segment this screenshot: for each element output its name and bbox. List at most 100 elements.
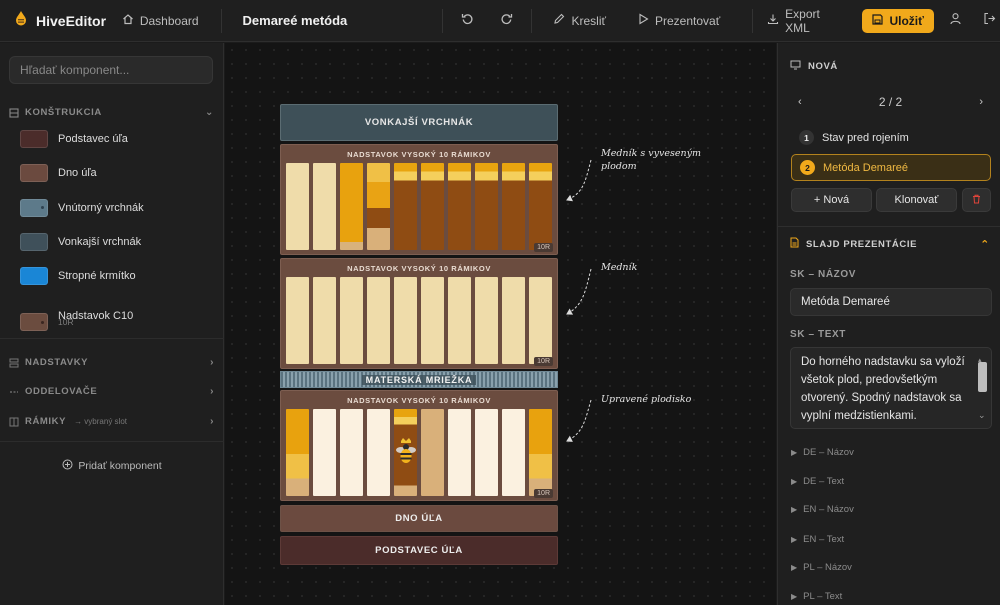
- chevron-up-icon: ⌃: [980, 238, 990, 251]
- section-frames-header[interactable]: RÁMIKY → vybraný slot ›: [9, 416, 214, 427]
- pl-text-section[interactable]: ▶ PL – Text: [791, 591, 842, 602]
- en-title-section[interactable]: ▶ EN – Názov: [791, 504, 854, 515]
- de-text-section[interactable]: ▶ DE – Text: [791, 476, 844, 487]
- panel-divider: [778, 226, 1000, 227]
- section-construction-header[interactable]: KONŠTRUKCIA ⌄: [9, 107, 214, 118]
- export-label: Export XML: [785, 6, 820, 35]
- present-label: Prezentovať: [655, 13, 721, 28]
- sk-title-label: SK – NÁZOV: [790, 269, 857, 280]
- present-button[interactable]: Prezentovať: [638, 13, 720, 28]
- plus-circle-icon: [62, 459, 73, 473]
- de-title-section[interactable]: ▶ DE – Názov: [791, 447, 854, 458]
- top-feeder-swatch-icon: [20, 267, 48, 285]
- pl-title-section[interactable]: ▶ PL – Názov: [791, 562, 852, 573]
- component-item-top-feeder[interactable]: Stropné krmítko: [20, 267, 136, 285]
- export-xml-button[interactable]: Export XML: [767, 7, 844, 35]
- section-label: PL – Text: [803, 591, 843, 602]
- logout-button[interactable]: [979, 10, 1000, 32]
- component-item-outer-cover[interactable]: Vonkajší vrchnák: [20, 233, 141, 251]
- component-item-hive-stand[interactable]: Podstavec úľa: [20, 130, 128, 148]
- slides-panel: NOVÁ ‹ 2 / 2 › 1 Stav pred rojením 2 Met…: [777, 43, 1000, 605]
- save-icon: [872, 13, 884, 28]
- toolbar-separator: [530, 8, 532, 33]
- next-slide-button[interactable]: ›: [979, 96, 983, 108]
- chevron-right-icon: ›: [210, 357, 214, 368]
- frame-icon: [9, 417, 19, 427]
- draw-button[interactable]: Kresliť: [553, 13, 606, 28]
- section-dividers-header[interactable]: ODDELOVAČE ›: [9, 386, 214, 397]
- section-label: RÁMIKY: [25, 416, 67, 427]
- section-label: EN – Názov: [803, 504, 854, 515]
- slide-properties-header[interactable]: SLAJD PREZENTÁCIE ⌃: [790, 237, 990, 251]
- user-button[interactable]: [945, 10, 966, 32]
- new-slide-button[interactable]: + Nová: [791, 188, 872, 212]
- component-item-inner-cover[interactable]: Vnútorný vrchnák: [20, 199, 144, 217]
- section-label: DE – Text: [803, 476, 845, 487]
- add-component-label: Pridať komponent: [78, 460, 162, 472]
- download-icon: [767, 13, 779, 28]
- caret-right-icon: ▶: [791, 505, 798, 514]
- component-label: Vonkajší vrchnák: [58, 236, 142, 248]
- editor-canvas[interactable]: VONKAJŠÍ VRCHNÁK NADSTAVOK VYSOKÝ 10 RÁM…: [225, 43, 776, 605]
- toolbar-separator: [752, 8, 754, 33]
- slide-item-2[interactable]: 2 Metóda Demareé: [791, 154, 991, 181]
- super-c10-swatch-icon: [20, 313, 48, 331]
- toolbar-separator: [442, 8, 444, 33]
- sk-title-input[interactable]: Metóda Demareé: [790, 288, 992, 316]
- panel-divider: [0, 338, 224, 339]
- sk-text-textarea[interactable]: Do horného nadstavku sa vyloží všetok pl…: [790, 347, 992, 429]
- annotation-arrow-2: [566, 268, 592, 315]
- slide-label: Stav pred rojením: [822, 131, 909, 144]
- home-icon: [122, 13, 134, 28]
- textarea-scrollbar[interactable]: ▴ ⌄: [976, 356, 989, 422]
- chevron-down-icon: ⌄: [205, 107, 214, 118]
- component-item-bottom-board[interactable]: Dno úľa: [20, 164, 97, 182]
- pencil-icon: [553, 13, 565, 28]
- annotation-arrows: [566, 159, 592, 442]
- inner-cover-swatch-icon: [20, 199, 48, 217]
- en-text-section[interactable]: ▶ EN – Text: [791, 534, 844, 545]
- component-search-input[interactable]: Hľadať komponent...: [9, 56, 213, 84]
- redo-button[interactable]: [495, 10, 516, 32]
- honey-drop-icon: [14, 10, 28, 31]
- clone-slide-button[interactable]: Klonovať: [876, 188, 957, 212]
- component-item-super-c10[interactable]: Nadstavok C10: [20, 301, 133, 331]
- delete-slide-button[interactable]: [962, 188, 991, 212]
- section-label: ODDELOVAČE: [25, 386, 98, 397]
- document-icon: [790, 237, 799, 251]
- component-panel: Hľadať komponent... KONŠTRUKCIA ⌄ Podsta…: [0, 43, 224, 605]
- prev-slide-button[interactable]: ‹: [798, 96, 802, 108]
- slide-label: Metóda Demareé: [823, 161, 908, 174]
- section-label: NADSTAVKY: [25, 357, 89, 368]
- slide-item-1[interactable]: 1 Stav pred rojením: [791, 124, 991, 151]
- component-label: Podstavec úľa: [58, 133, 128, 145]
- panel-divider: [0, 441, 224, 442]
- section-label: DE – Názov: [803, 447, 854, 458]
- dashboard-link[interactable]: Dashboard: [122, 13, 199, 28]
- scroll-down-icon[interactable]: ⌄: [978, 406, 986, 424]
- section-label: EN – Text: [803, 534, 845, 545]
- stack-icon: [9, 358, 19, 368]
- undo-button[interactable]: [457, 10, 478, 32]
- save-button[interactable]: Uložiť: [862, 8, 934, 33]
- brand[interactable]: HiveEditor: [0, 10, 108, 31]
- draw-label: Kresliť: [571, 13, 606, 28]
- section-supers-header[interactable]: NADSTAVKY ›: [9, 357, 214, 368]
- slide-properties-title: SLAJD PREZENTÁCIE: [806, 238, 918, 250]
- sk-text-content: Do horného nadstavku sa vyloží všetok pl…: [801, 356, 965, 422]
- component-sub-label: 10R: [58, 317, 74, 327]
- chevron-right-icon: ›: [210, 386, 214, 397]
- hive-stand-swatch-icon: [20, 130, 48, 148]
- document-title: Demareé metóda: [242, 13, 348, 28]
- sk-text-label: SK – TEXT: [790, 329, 846, 340]
- add-component-button[interactable]: Pridať komponent: [0, 459, 224, 473]
- slide-counter: 2 / 2: [878, 95, 903, 109]
- frames-hint: → vybraný slot: [74, 417, 127, 426]
- scroll-up-icon[interactable]: ▴: [978, 352, 982, 370]
- logout-icon: [983, 12, 996, 30]
- dashboard-label: Dashboard: [139, 13, 199, 28]
- component-label: Dno úľa: [58, 167, 97, 179]
- redo-icon: [500, 12, 513, 30]
- component-label: Vnútorný vrchnák: [58, 202, 144, 214]
- new-slide-header: NOVÁ: [790, 60, 838, 73]
